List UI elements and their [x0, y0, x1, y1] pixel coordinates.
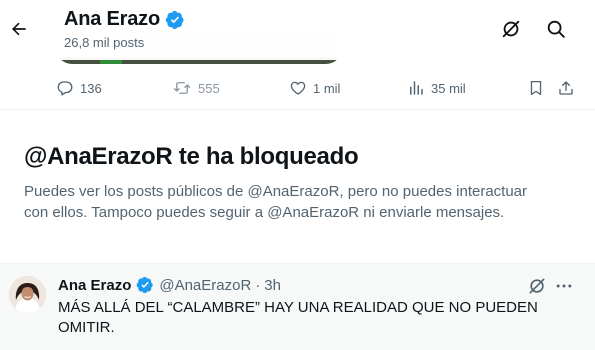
views-icon — [407, 79, 425, 97]
blocked-title: @AnaErazoR te ha bloqueado — [24, 143, 359, 170]
more-options-icon[interactable] — [553, 276, 575, 296]
bookmark-icon — [527, 79, 545, 97]
reply-button[interactable]: 136 — [56, 72, 102, 104]
engagement-bar: 136 555 1 mil 35 mil — [0, 72, 595, 104]
views-count: 35 mil — [431, 80, 466, 96]
tweet-card[interactable]: Ana Erazo @AnaErazoR · 3h MÁS ALLÁ DEL “… — [0, 264, 595, 350]
reply-count: 136 — [80, 80, 102, 96]
grok-icon[interactable] — [500, 18, 522, 40]
repost-icon — [172, 79, 192, 97]
repost-count: 555 — [198, 80, 220, 96]
divider — [0, 109, 595, 110]
like-count: 1 mil — [313, 80, 341, 96]
bookmark-button[interactable] — [527, 72, 551, 104]
tweet-author-name[interactable]: Ana Erazo — [58, 277, 131, 294]
share-icon — [557, 79, 575, 97]
reply-icon — [56, 79, 74, 97]
blocked-description: Puedes ver los posts públicos de @AnaEra… — [24, 183, 528, 221]
tweet-timestamp[interactable]: 3h — [264, 277, 281, 294]
share-button[interactable] — [557, 72, 581, 104]
tweet-header: Ana Erazo @AnaErazoR · 3h — [58, 276, 281, 294]
tweet-handle[interactable]: @AnaErazoR — [159, 277, 251, 294]
post-count: 26,8 mil posts — [64, 35, 145, 50]
header-title: Ana Erazo — [64, 8, 185, 31]
profile-name: Ana Erazo — [64, 8, 161, 30]
repost-button[interactable]: 555 — [172, 72, 220, 104]
profile-header: Ana Erazo 26,8 mil posts — [0, 0, 595, 60]
verified-badge-icon — [136, 276, 154, 294]
search-icon[interactable] — [545, 18, 567, 40]
separator-dot: · — [255, 276, 261, 294]
verified-badge-icon — [165, 10, 185, 30]
like-button[interactable]: 1 mil — [289, 72, 340, 104]
like-icon — [289, 79, 307, 97]
avatar[interactable] — [9, 276, 46, 313]
back-arrow-icon[interactable] — [4, 12, 34, 46]
grok-icon[interactable] — [527, 276, 547, 296]
views-button[interactable]: 35 mil — [407, 72, 466, 104]
tweet-text: MÁS ALLÁ DEL “CALAMBRE” HAY UNA REALIDAD… — [58, 299, 538, 336]
